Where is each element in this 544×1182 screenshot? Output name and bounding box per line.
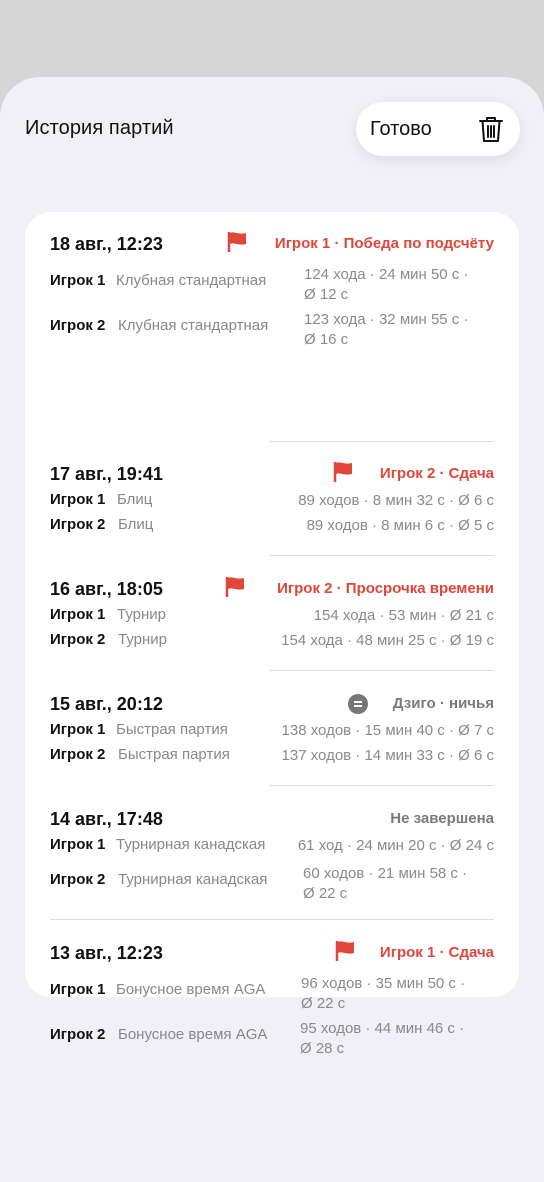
player-name: Игрок 2 xyxy=(50,746,106,763)
divider xyxy=(269,441,494,442)
game-date: 18 авг., 12:23 xyxy=(50,234,163,254)
player-stats: 138 ходов · 15 мин 40 с · Ø 7 с xyxy=(281,722,494,739)
games-list: 18 авг., 12:23 Игрок 1 · Победа по подсч… xyxy=(25,212,519,1057)
player-stats: 154 хода · 48 мин 25 с · Ø 19 с xyxy=(281,632,494,649)
time-control: Клубная стандартная xyxy=(118,317,269,334)
time-control: Клубная стандартная xyxy=(116,272,267,289)
done-button[interactable]: Готово xyxy=(370,118,432,141)
player-name: Игрок 2 xyxy=(50,317,106,334)
player-name: Игрок 1 xyxy=(50,836,106,853)
game-result: Игрок 2 · Просрочка времени xyxy=(277,580,494,597)
player-stats: 154 хода · 53 мин · Ø 21 с xyxy=(313,607,494,624)
player-name: Игрок 2 xyxy=(50,1026,106,1043)
game-entry[interactable]: 17 авг., 19:41 Игрок 2 · Сдача Игрок 1 Б… xyxy=(50,462,494,549)
header-actions: Готово xyxy=(356,102,520,156)
game-entry[interactable]: 15 авг., 20:12 Дзиго · ничья Игрок 1 Быс… xyxy=(50,694,494,779)
game-date: 17 авг., 19:41 xyxy=(50,464,163,484)
game-result: Игрок 2 · Сдача xyxy=(379,465,494,482)
time-control: Блиц xyxy=(118,516,154,533)
player-stats: 60 ходов · 21 мин 58 с · Ø 22 с xyxy=(303,865,468,902)
time-control: Турнир xyxy=(117,606,166,623)
game-date: 15 авг., 20:12 xyxy=(50,694,163,714)
divider xyxy=(269,785,494,786)
time-control: Быстрая партия xyxy=(116,721,228,738)
time-control: Быстрая партия xyxy=(118,746,230,763)
player-stats: 89 ходов · 8 мин 6 с · Ø 5 с xyxy=(306,517,494,534)
flag-icon xyxy=(227,232,246,252)
game-entry[interactable]: 13 авг., 12:23 Игрок 1 · Сдача Игрок 1 Б… xyxy=(50,941,494,1073)
player-stats: 61 ход · 24 мин 20 с · Ø 24 с xyxy=(297,837,494,854)
trash-icon[interactable] xyxy=(476,114,506,144)
player-stats: 95 ходов · 44 мин 46 с · Ø 28 с xyxy=(300,1020,465,1057)
game-date: 14 авг., 17:48 xyxy=(50,809,163,829)
player-stats: 137 ходов · 14 мин 33 с · Ø 6 с xyxy=(281,747,494,764)
player-stats: 124 хода · 24 мин 50 с · Ø 12 с xyxy=(304,266,469,303)
time-control: Бонусное время AGA xyxy=(118,1026,268,1043)
game-result: Не завершена xyxy=(390,810,494,827)
game-entry[interactable]: 16 авг., 18:05 Игрок 2 · Просрочка време… xyxy=(50,577,494,664)
player-name: Игрок 1 xyxy=(50,606,106,623)
game-result: Дзиго · ничья xyxy=(392,695,494,712)
player-name: Игрок 1 xyxy=(50,721,106,738)
game-entry[interactable]: 14 авг., 17:48 Не завершена Игрок 1 Турн… xyxy=(50,809,494,919)
equals-icon xyxy=(348,694,368,714)
game-entry[interactable]: 18 авг., 12:23 Игрок 1 · Победа по подсч… xyxy=(50,232,494,364)
divider xyxy=(50,919,494,920)
time-control: Бонусное время AGA xyxy=(116,981,266,998)
flag-icon xyxy=(335,941,354,961)
player-name: Игрок 2 xyxy=(50,631,106,648)
player-name: Игрок 1 xyxy=(50,981,106,998)
player-name: Игрок 1 xyxy=(50,491,106,508)
player-name: Игрок 1 xyxy=(50,272,106,289)
game-result: Игрок 1 · Сдача xyxy=(379,944,494,961)
time-control: Турнирная канадская xyxy=(116,836,266,853)
time-control: Турнирная канадская xyxy=(118,871,268,888)
time-control: Турнир xyxy=(118,631,167,648)
divider xyxy=(269,670,494,671)
player-stats: 89 ходов · 8 мин 32 с · Ø 6 с xyxy=(298,492,494,509)
player-stats: 123 хода · 32 мин 55 с · Ø 16 с xyxy=(304,311,469,348)
flag-icon xyxy=(225,577,244,597)
player-name: Игрок 2 xyxy=(50,871,106,888)
page-title: История партий xyxy=(25,117,174,139)
game-date: 13 авг., 12:23 xyxy=(50,943,163,963)
game-result: Игрок 1 · Победа по подсчёту xyxy=(274,235,494,252)
history-sheet: История партий Готово 18 авг., 12:23 Игр… xyxy=(0,77,544,1182)
flag-icon xyxy=(333,462,352,482)
player-name: Игрок 2 xyxy=(50,516,106,533)
divider xyxy=(269,555,494,556)
game-date: 16 авг., 18:05 xyxy=(50,579,163,599)
time-control: Блиц xyxy=(117,491,153,508)
player-stats: 96 ходов · 35 мин 50 с · Ø 22 с xyxy=(301,975,466,1012)
